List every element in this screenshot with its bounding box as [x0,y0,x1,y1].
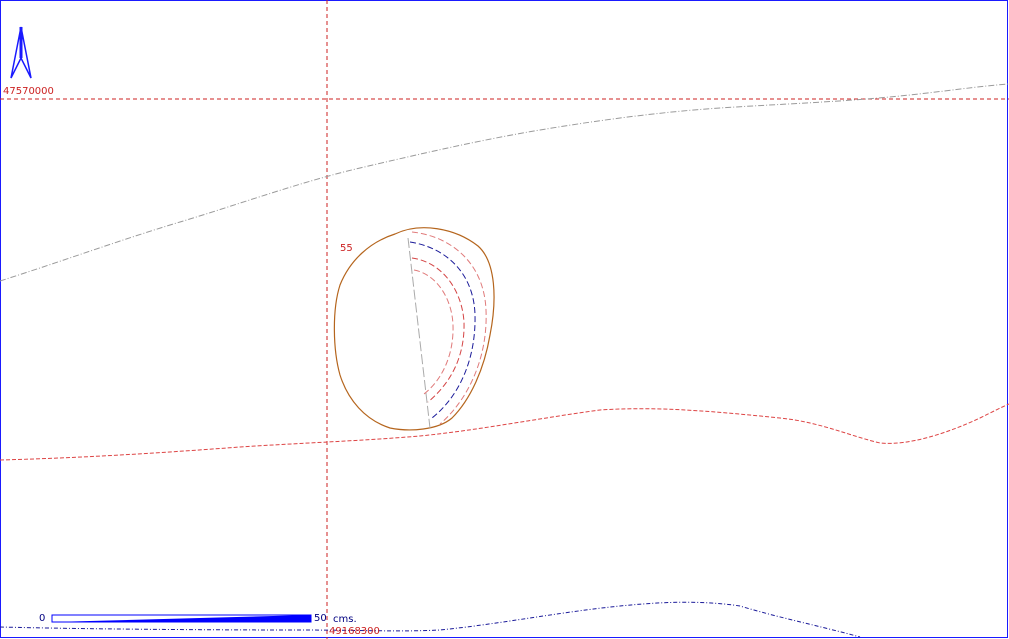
scale-start-label: 0 [39,613,45,624]
easting-label: 49168300 [329,626,380,637]
section-line [407,237,431,429]
north-arrow-icon [10,26,32,79]
profile-inner-pink [413,269,454,395]
northing-label: 47570000 [3,86,54,97]
profile-blue [409,241,476,419]
map-frame [0,0,1008,638]
upper-contour-line [0,83,1009,282]
feature-label: 55 [340,243,353,254]
map-canvas[interactable]: 47570000 49168300 55 0 50 cms. [0,0,1009,639]
lower-contour-line [0,403,1009,461]
profile-red [411,257,465,403]
scale-end-label: 50 [314,613,327,624]
scale-unit-label: cms. [333,614,357,625]
scale-bar: 0 50 cms. [39,613,357,625]
